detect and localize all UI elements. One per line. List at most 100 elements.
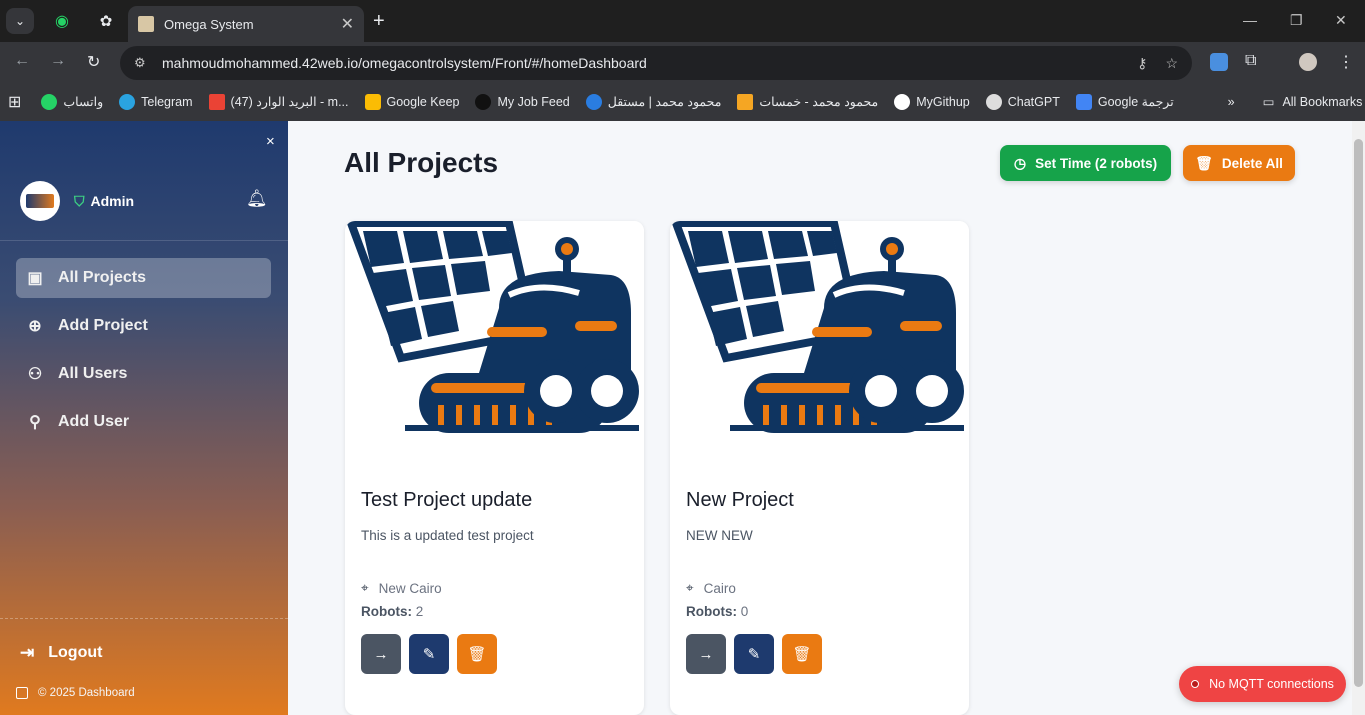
back-icon[interactable]: ← <box>14 52 30 70</box>
keep-icon <box>364 93 381 110</box>
scrollbar-thumb[interactable] <box>1354 139 1363 687</box>
status-dot-icon <box>1191 680 1200 688</box>
user-role: ⛉ Admin <box>74 193 134 210</box>
bookmark-label: ChatGPT <box>1007 94 1060 109</box>
reload-icon[interactable]: ↻ <box>87 52 100 72</box>
mqtt-status-badge[interactable]: No MQTT connections <box>1179 666 1346 702</box>
logout-label: Logout <box>48 644 103 661</box>
bookmark-item[interactable]: ChatGPT <box>985 93 1060 110</box>
sidebar-item-all-projects[interactable]: ▣ All Projects <box>16 258 271 298</box>
bookmark-item[interactable]: Google ترجمة <box>1075 93 1174 110</box>
sidebar-item-add-user[interactable]: ⚲ Add User <box>16 402 271 442</box>
active-tab[interactable]: Omega System ✕ <box>128 6 364 42</box>
arrow-right-icon: → <box>698 645 714 663</box>
card-actions: → ✎ 🗑︎ <box>686 634 822 674</box>
whatsapp-icon <box>41 93 58 110</box>
project-title: New Project <box>686 489 794 511</box>
all-bookmarks-label: All Bookmarks <box>1282 94 1363 109</box>
new-tab-button[interactable]: + <box>373 10 385 33</box>
more-bookmarks-icon[interactable]: » <box>1228 95 1235 109</box>
robot-image <box>345 221 644 443</box>
sidebar-item-label: Add Project <box>58 317 148 334</box>
avatar-logo <box>26 194 54 208</box>
delete-project-button[interactable]: 🗑︎ <box>782 634 822 674</box>
project-location: ⌖ New Cairo <box>361 580 442 596</box>
arrow-right-icon: → <box>373 645 389 663</box>
delete-project-button[interactable]: 🗑︎ <box>457 634 497 674</box>
open-project-button[interactable]: → <box>686 634 726 674</box>
bookmark-item[interactable]: واتساب <box>41 93 104 110</box>
footer-copyright: © 2025 Dashboard <box>16 687 135 699</box>
translate-icon <box>1075 93 1092 110</box>
edit-project-button[interactable]: ✎ <box>409 634 449 674</box>
user-plus-icon: ⚲ <box>29 414 41 431</box>
robots-label: Robots: <box>361 604 412 619</box>
bookmark-label: محمود محمد - خمسات <box>759 95 879 109</box>
minimize-icon[interactable]: — <box>1243 12 1257 28</box>
page-title: All Projects <box>344 147 499 178</box>
bookmark-item[interactable]: Google Keep <box>364 93 459 110</box>
robot-image <box>670 221 969 443</box>
chatgpt-pinned-tab[interactable]: ✿ <box>92 8 120 34</box>
robots-value: 0 <box>740 604 749 619</box>
url-text: mahmoudmohammed.42web.io/omegacontrolsys… <box>162 55 647 71</box>
close-window-icon[interactable]: ✕ <box>1335 12 1347 29</box>
map-pin-icon: ⌖ <box>361 580 369 595</box>
bookmark-item[interactable]: البريد الوارد (47) - m... <box>208 93 349 110</box>
bookmark-item[interactable]: My Job Feed <box>475 93 570 110</box>
edit-project-button[interactable]: ✎ <box>734 634 774 674</box>
projects-icon: ▣ <box>27 270 43 287</box>
apps-icon[interactable]: ⊞ <box>8 92 21 112</box>
sidebar-menu: ▣ All Projects ⊕ Add Project ⚇ All Users… <box>16 258 271 450</box>
forward-icon[interactable]: → <box>50 52 66 70</box>
tab-title: Omega System <box>164 16 254 32</box>
whatsapp-pinned-tab[interactable]: ◉ <box>48 8 76 34</box>
telegram-icon <box>119 93 136 110</box>
set-time-button[interactable]: ◷ Set Time (2 robots) <box>1000 145 1171 181</box>
github-icon <box>894 93 911 110</box>
open-project-button[interactable]: → <box>361 634 401 674</box>
bookmark-item[interactable]: MyGithup <box>894 93 970 110</box>
sidebar-item-all-users[interactable]: ⚇ All Users <box>16 354 271 394</box>
bookmark-label: Google ترجمة <box>1097 95 1174 109</box>
key-icon[interactable]: ⚷ <box>1137 55 1147 72</box>
extensions-puzzle-icon[interactable]: ⧉ <box>1245 52 1256 70</box>
mostaql-icon <box>585 93 602 110</box>
clock-icon: ◷ <box>1013 154 1027 171</box>
pencil-icon: ✎ <box>747 646 761 663</box>
menu-kebab-icon[interactable]: ⋮ <box>1338 52 1354 72</box>
bell-icon[interactable]: 🔔︎ <box>246 189 268 209</box>
profile-avatar-icon[interactable] <box>1299 53 1317 71</box>
bookmark-item[interactable]: محمود محمد - خمسات <box>737 93 879 110</box>
robots-count: Robots: 2 <box>361 604 423 619</box>
address-bar[interactable]: ⚙ mahmoudmohammed.42web.io/omegacontrols… <box>120 46 1192 80</box>
browser-tabstrip: ⌄ ◉ ✿ Omega System ✕ + — ❐ ✕ <box>0 0 1365 42</box>
scrollbar[interactable] <box>1352 121 1365 715</box>
extension-icon[interactable] <box>1210 53 1228 71</box>
bookmarks-bar: ⊞ واتساب Telegram البريد الوارد (47) - m… <box>0 82 1365 121</box>
bookmark-label: واتساب <box>63 95 104 109</box>
location-text: New Cairo <box>378 580 442 596</box>
bookmark-item[interactable]: محمود محمد | مستقل <box>585 93 721 110</box>
logout-button[interactable]: ⇥ Logout <box>20 643 102 663</box>
sidebar-item-add-project[interactable]: ⊕ Add Project <box>16 306 271 346</box>
upwork-icon <box>475 93 492 110</box>
tab-favicon <box>138 16 154 32</box>
chatgpt-icon <box>985 93 1002 110</box>
tab-search-button[interactable]: ⌄ <box>6 8 34 34</box>
folder-icon: ▭ <box>1262 95 1275 109</box>
robots-value: 2 <box>415 604 424 619</box>
site-info-icon[interactable]: ⚙ <box>134 55 148 71</box>
star-icon[interactable]: ☆ <box>1165 55 1178 72</box>
close-tab-icon[interactable]: ✕ <box>341 14 354 34</box>
delete-all-button[interactable]: 🗑︎ Delete All <box>1183 145 1295 181</box>
restore-icon[interactable]: ❐ <box>1290 12 1303 29</box>
bookmark-item[interactable]: Telegram <box>119 93 193 110</box>
trash-icon: 🗑︎ <box>792 646 812 663</box>
sidebar-close-icon[interactable]: × <box>266 133 275 150</box>
copyright-text: © 2025 Dashboard <box>38 687 135 699</box>
solar-robot-illustration <box>345 221 639 433</box>
trash-icon: 🗑︎ <box>1195 154 1213 171</box>
profile: ⛉ Admin <box>20 181 134 221</box>
all-bookmarks[interactable]: ▭ All Bookmarks <box>1262 94 1363 110</box>
